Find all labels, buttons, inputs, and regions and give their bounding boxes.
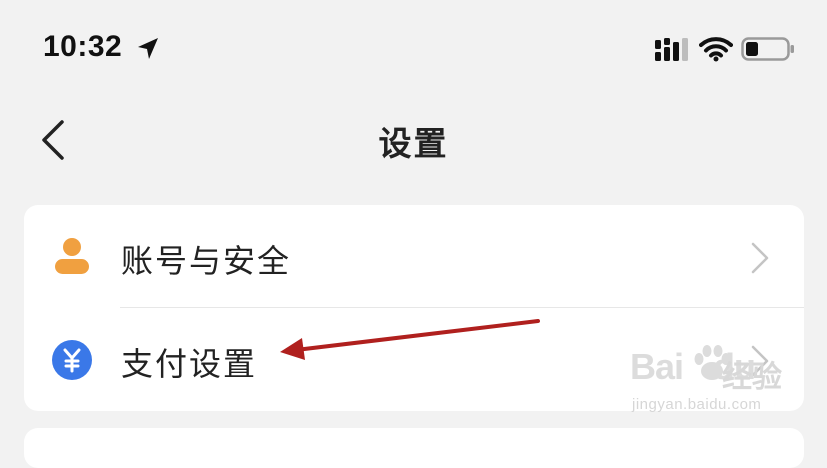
settings-item-label: 账号与安全: [121, 242, 292, 280]
yuan-icon: [52, 340, 92, 380]
settings-card-next: [24, 428, 804, 468]
status-bar: 10:32: [0, 0, 827, 100]
wifi-icon: [699, 37, 733, 62]
watermark-url: jingyan.baidu.com: [632, 396, 762, 413]
watermark-suffix: 经验: [722, 360, 782, 395]
signal-icon: [655, 38, 688, 61]
user-icon: [55, 238, 89, 274]
page-title: 设置: [378, 124, 449, 163]
annotation-arrow-icon: [280, 319, 540, 360]
battery-icon: [741, 37, 794, 61]
status-time: 10:32: [43, 30, 123, 63]
settings-item-label: 支付设置: [121, 345, 258, 383]
baidu-watermark: Bai du 经验 jingyan.baidu.com: [630, 340, 790, 420]
chevron-right-icon: [751, 242, 769, 274]
settings-item-account-security[interactable]: 账号与安全: [24, 205, 804, 307]
location-arrow-icon: [138, 38, 158, 59]
